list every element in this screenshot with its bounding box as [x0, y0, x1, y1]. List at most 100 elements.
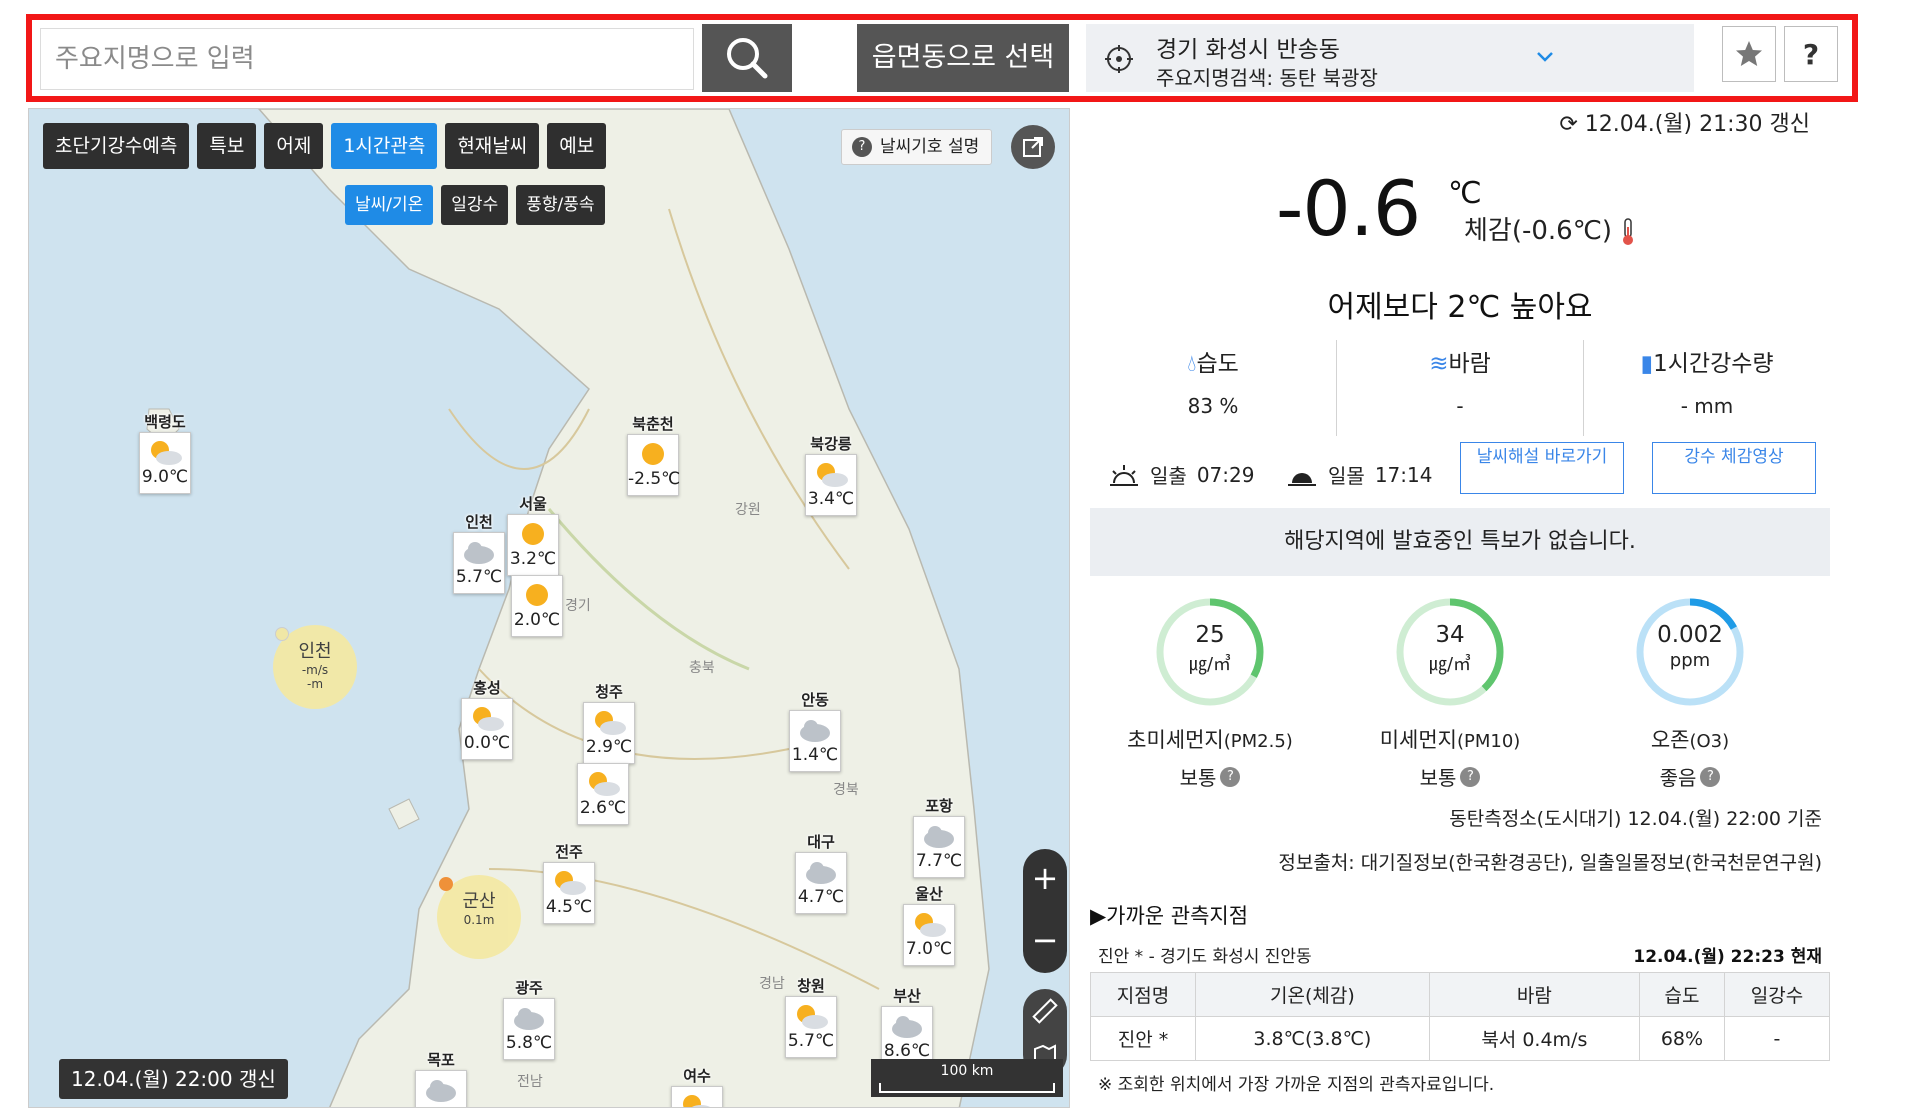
feels-like-text: 체감(-0.6℃)	[1464, 216, 1613, 246]
observation-table: 지점명 기온(체감) 바람 습도 일강수 진안 * 3.8℃(3.8℃) 북서 …	[1089, 972, 1831, 1061]
table-header: 습도	[1639, 972, 1725, 1017]
sunset-icon	[1288, 472, 1316, 486]
station-name: 목포	[427, 1051, 455, 1069]
station-marker[interactable]: 북강릉 3.4℃	[805, 433, 857, 516]
station-marker[interactable]: 대구 4.7℃	[795, 831, 847, 914]
marine-wind: -m/s	[301, 663, 329, 677]
tab-warning[interactable]: 특보	[197, 123, 257, 169]
tab-yesterday[interactable]: 어제	[264, 123, 324, 169]
info-icon[interactable]: ?	[1700, 766, 1721, 787]
tab-hourly-obs[interactable]: 1시간관측	[331, 123, 438, 169]
station-marker[interactable]: 여수	[671, 1065, 723, 1107]
station-marker[interactable]: 청주 2.9℃	[583, 681, 635, 764]
pm10-state: 보통?	[1330, 762, 1570, 791]
refresh-icon[interactable]: ⟳	[1559, 112, 1577, 137]
station-name: 부산	[893, 987, 921, 1005]
legend-button-label: 날씨기호 설명	[880, 137, 980, 157]
station-marker[interactable]: 광주 5.8℃	[503, 977, 555, 1060]
station-marker[interactable]: 서울 3.2℃	[507, 493, 559, 576]
pm25-name: 초미세먼지(PM2.5)	[1127, 728, 1293, 752]
info-icon[interactable]: ?	[1220, 766, 1241, 787]
subtab-weather-temp[interactable]: 날씨/기온	[345, 185, 434, 225]
station-marker[interactable]: 울산 7.0℃	[903, 883, 955, 966]
map-scale: 100 km	[871, 1059, 1063, 1097]
partly-sunny-icon	[915, 913, 946, 937]
region-label: 충북	[689, 660, 715, 676]
station-name: 울산	[915, 885, 943, 903]
station-name: 포항	[925, 797, 953, 815]
help-button[interactable]: ?	[1784, 26, 1838, 82]
station-marker[interactable]: 포항 7.7℃	[913, 795, 965, 878]
sunset-label: 일몰	[1328, 464, 1365, 488]
map-subtab-bar: 날씨/기온 일강수 풍향/풍속	[345, 185, 605, 225]
search-input[interactable]: 주요지명으로 입력	[40, 28, 694, 90]
station-temp: 9.0℃	[141, 467, 189, 487]
zoom-out-button[interactable]: −	[1023, 911, 1067, 973]
favorite-button[interactable]	[1722, 26, 1776, 82]
partly-sunny-icon	[817, 463, 848, 487]
zoom-in-button[interactable]: +	[1023, 849, 1067, 911]
table-cell: 3.8℃(3.8℃)	[1195, 1016, 1430, 1061]
warning-notice: 해당지역에 발효중인 특보가 없습니다.	[1090, 508, 1830, 576]
station-marker[interactable]: 전주 4.5℃	[543, 841, 595, 924]
info-icon[interactable]: ?	[1460, 766, 1481, 787]
tab-nowcast[interactable]: 초단기강수예측	[43, 123, 190, 169]
select-by-district-button[interactable]: 읍면동으로 선택	[857, 24, 1069, 92]
region-label: 경기	[565, 598, 591, 614]
station-marker[interactable]: 홍성 0.0℃	[461, 677, 513, 760]
station-name: 서울	[519, 495, 547, 513]
ozone-state: 좋음?	[1570, 762, 1810, 791]
cloud-icon	[514, 1008, 544, 1030]
weather-commentary-button[interactable]: 날씨해설 바로가기	[1460, 442, 1624, 494]
station-marker[interactable]: 부산 8.6℃	[881, 985, 933, 1068]
nearby-location: 진안 * - 경기도 화성시 진안동	[1098, 947, 1312, 967]
sun-icon	[526, 584, 548, 606]
sunrise: 일출 07:29	[1108, 460, 1254, 489]
marine-bubble[interactable]: 인천 -m/s -m	[273, 625, 357, 709]
station-temp: -2.5℃	[628, 469, 681, 489]
pm10-value: 34	[1435, 622, 1465, 648]
ruler-icon[interactable]	[1023, 989, 1067, 1033]
crosshair-icon	[1105, 45, 1133, 73]
search-bar: 주요지명으로 입력 읍면동으로 선택 경기 화성시 반송동 주요지명검색: 동탄…	[26, 14, 1858, 102]
station-temp: 0.0℃	[463, 733, 511, 753]
station-marker[interactable]: 2.6℃	[577, 763, 629, 825]
location-dropdown[interactable]: 경기 화성시 반송동 주요지명검색: 동탄 북광장	[1086, 24, 1694, 92]
station-temp: 2.0℃	[513, 610, 561, 630]
pm25-card: 25 ㎍/㎥ 초미세먼지(PM2.5) 보통?	[1090, 594, 1330, 791]
zoom-control: + −	[1023, 849, 1067, 973]
current-temperature: -0.6	[1276, 164, 1421, 253]
subtab-wind[interactable]: 풍향/풍속	[516, 185, 605, 225]
marine-wave: -m	[306, 677, 324, 691]
table-cell: 진안 *	[1089, 1016, 1197, 1061]
sunrise-label: 일출	[1150, 464, 1187, 488]
marine-wave: 0.1m	[463, 913, 495, 927]
tab-forecast[interactable]: 예보	[547, 123, 607, 169]
rain-video-button[interactable]: 강수 체감영상	[1652, 442, 1816, 494]
weather-map[interactable]: 초단기강수예측 특보 어제 1시간관측 현재날씨 예보 날씨/기온 일강수 풍향…	[28, 108, 1070, 1108]
station-name: 청주	[595, 683, 623, 701]
search-button[interactable]	[702, 24, 792, 92]
partly-sunny-icon	[555, 871, 586, 895]
station-marker[interactable]: 북춘천 -2.5℃	[627, 413, 681, 496]
marine-bubble[interactable]: 군산 0.1m	[437, 875, 521, 959]
wind-label: 바람	[1448, 351, 1491, 377]
station-temp: 2.6℃	[579, 798, 627, 818]
scale-label: 100 km	[940, 1063, 994, 1079]
station-marker[interactable]: 목포	[415, 1049, 467, 1107]
station-temp: 8.6℃	[883, 1041, 931, 1061]
station-marker[interactable]: 안동 1.4℃	[789, 689, 841, 772]
station-marker[interactable]: 인천 5.7℃	[453, 511, 505, 594]
station-marker[interactable]: 2.0℃	[511, 575, 563, 637]
station-marker[interactable]: 창원 5.7℃	[785, 975, 837, 1058]
table-header: 일강수	[1723, 972, 1831, 1017]
partly-sunny-icon	[473, 707, 504, 731]
station-marker[interactable]: 백령도 9.0℃	[139, 411, 191, 494]
table-header: 바람	[1428, 972, 1641, 1017]
open-external-button[interactable]	[1011, 125, 1055, 169]
weather-symbol-legend-button[interactable]: ? 날씨기호 설명	[841, 129, 993, 165]
humidity-label: 습도	[1196, 351, 1239, 377]
station-source: 동탄측정소(도시대기) 12.04.(월) 22:00 기준	[1449, 808, 1822, 830]
tab-current-weather[interactable]: 현재날씨	[445, 123, 540, 169]
subtab-daily-rain[interactable]: 일강수	[441, 185, 509, 225]
